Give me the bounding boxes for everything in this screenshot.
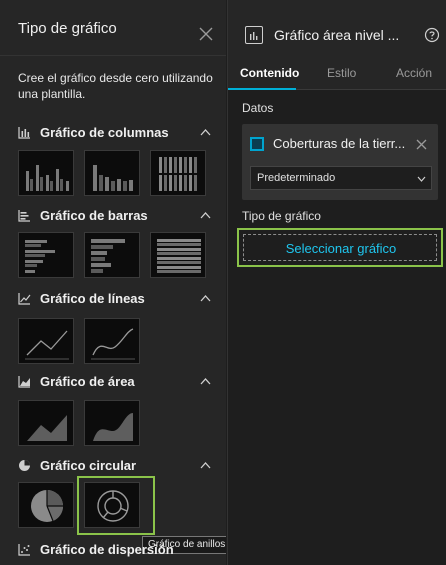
template-line[interactable] <box>18 318 74 364</box>
template-bar-clustered[interactable] <box>18 232 74 278</box>
chart-type-panel: Tipo de gráfico Cree el gráfico desde ce… <box>0 0 226 565</box>
panel-description: Cree el gráfico desde cero utilizando un… <box>18 71 213 101</box>
section-label: Gráfico de columnas <box>40 125 169 140</box>
section-label: Gráfico circular <box>40 458 137 473</box>
data-source-name[interactable]: Coberturas de la tierr... <box>273 136 405 151</box>
section-columns-header[interactable]: Gráfico de columnas <box>18 124 218 142</box>
view-select[interactable]: Predeterminado <box>250 166 432 190</box>
remove-source-icon[interactable] <box>416 139 427 150</box>
line-chart-icon <box>18 293 31 305</box>
section-label: Gráfico de área <box>40 374 135 389</box>
template-area[interactable] <box>18 400 74 446</box>
active-tab-indicator <box>228 88 296 90</box>
template-bar-stacked[interactable] <box>84 232 140 278</box>
area-chart-icon <box>18 376 30 388</box>
select-chart-label: Seleccionar gráfico <box>285 241 397 256</box>
pie-chart-icon <box>19 460 30 471</box>
select-chart-highlight: Seleccionar gráfico <box>237 228 443 267</box>
chevron-down-icon <box>417 176 426 182</box>
panel-title: Tipo de gráfico <box>18 20 117 37</box>
chevron-up-icon[interactable] <box>200 377 211 385</box>
donut-selection-highlight <box>77 476 155 535</box>
template-smooth-line[interactable] <box>84 318 140 364</box>
tab-contenido[interactable]: Contenido <box>240 66 299 80</box>
settings-header: Gráfico área nivel ... <box>228 0 446 56</box>
data-source-card: Coberturas de la tierr... Predeterminado <box>242 124 438 200</box>
section-area-header[interactable]: Gráfico de área <box>18 373 218 391</box>
section-lines-header[interactable]: Gráfico de líneas <box>18 290 218 308</box>
section-label: Gráfico de barras <box>40 208 148 223</box>
settings-tabs: Contenido Estilo Acción <box>228 56 446 90</box>
template-pie[interactable] <box>18 482 74 528</box>
template-column-stacked[interactable] <box>84 150 140 196</box>
chevron-up-icon[interactable] <box>200 294 211 302</box>
section-label: Gráfico de dispersión <box>40 542 174 557</box>
help-icon[interactable] <box>424 27 440 43</box>
template-smooth-area[interactable] <box>84 400 140 446</box>
view-select-value: Predeterminado <box>257 172 336 184</box>
widget-title: Gráfico área nivel ... <box>274 27 400 43</box>
tab-estilo[interactable]: Estilo <box>327 66 356 80</box>
chevron-up-icon[interactable] <box>200 211 211 219</box>
close-icon[interactable] <box>198 26 214 42</box>
tab-accion[interactable]: Acción <box>396 66 432 80</box>
chart-widget-icon <box>245 26 263 44</box>
template-column-percent[interactable] <box>150 150 206 196</box>
template-column-clustered[interactable] <box>18 150 74 196</box>
section-pie-header[interactable]: Gráfico circular <box>18 457 218 475</box>
bar-chart-icon <box>18 210 30 222</box>
chevron-up-icon[interactable] <box>200 128 211 136</box>
chevron-up-icon[interactable] <box>200 461 211 469</box>
column-chart-icon <box>18 127 30 139</box>
section-label: Gráfico de líneas <box>40 291 145 306</box>
datos-label: Datos <box>242 101 274 115</box>
section-bars-header[interactable]: Gráfico de barras <box>18 207 218 225</box>
select-chart-button[interactable]: Seleccionar gráfico <box>243 234 437 261</box>
chart-settings-panel: Gráfico área nivel ... Contenido Estilo … <box>227 0 446 565</box>
section-scatter-header[interactable]: Gráfico de dispersión <box>18 541 218 559</box>
chart-type-label: Tipo de gráfico <box>242 209 321 223</box>
chart-type-header: Tipo de gráfico <box>0 0 226 56</box>
scatter-chart-icon <box>18 544 30 556</box>
feature-layer-icon <box>250 137 264 151</box>
template-bar-percent[interactable] <box>150 232 206 278</box>
